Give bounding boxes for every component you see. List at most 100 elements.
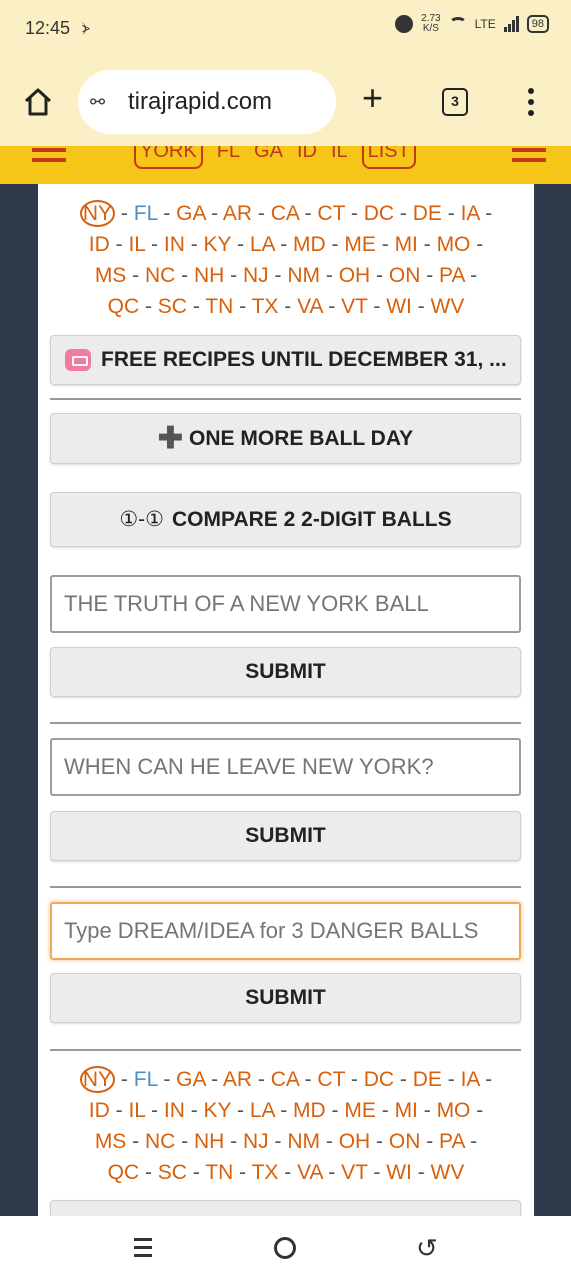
state-link[interactable]: IL	[128, 233, 145, 256]
partial-button[interactable]	[50, 1200, 521, 1216]
state-link[interactable]: QC	[108, 1161, 140, 1184]
state-link[interactable]: TN	[205, 1161, 233, 1184]
new-tab-icon[interactable]: +	[362, 80, 383, 116]
state-link[interactable]: LA	[250, 233, 275, 256]
dream-idea-input[interactable]	[50, 902, 521, 960]
state-link[interactable]: DC	[364, 1068, 394, 1091]
free-recipes-button[interactable]: FREE RECIPES UNTIL DECEMBER 31, ...	[50, 335, 521, 385]
state-link[interactable]: NJ	[243, 264, 269, 287]
divider	[50, 886, 521, 888]
state-link[interactable]: TN	[205, 295, 233, 318]
state-link[interactable]: QC	[108, 295, 140, 318]
state-link[interactable]: PA	[439, 1130, 464, 1153]
home-icon[interactable]	[22, 86, 54, 118]
state-link[interactable]: OH	[339, 1130, 371, 1153]
states-row: NY - FL - GA - AR - CA - CT - DC - DE - …	[38, 198, 534, 229]
state-link[interactable]: VA	[297, 295, 322, 318]
state-link[interactable]: VT	[341, 295, 367, 318]
state-link[interactable]: IN	[164, 1099, 185, 1122]
state-link[interactable]: TX	[252, 1161, 279, 1184]
status-bar: 12:45 ⦔ 2.73 K/S LTE 98	[0, 0, 571, 58]
state-link[interactable]: ME	[344, 233, 376, 256]
state-link[interactable]: VA	[297, 1161, 322, 1184]
state-link[interactable]: NC	[145, 1130, 175, 1153]
state-link[interactable]: NH	[194, 264, 224, 287]
state-link[interactable]: MI	[395, 1099, 418, 1122]
state-link[interactable]: MD	[293, 233, 326, 256]
back-icon[interactable]: ↺	[416, 1235, 438, 1261]
one-more-ball-day-label: ONE MORE BALL DAY	[189, 426, 414, 450]
state-link[interactable]: WV	[431, 1161, 465, 1184]
state-link[interactable]: DE	[413, 202, 442, 225]
state-link[interactable]: SC	[158, 1161, 187, 1184]
nav-item-list[interactable]: LIST	[361, 146, 416, 169]
status-icons: 2.73 K/S LTE 98	[395, 14, 549, 34]
state-link[interactable]: NJ	[243, 1130, 269, 1153]
state-link[interactable]: ID	[89, 233, 110, 256]
state-link[interactable]: IA	[461, 202, 480, 225]
state-link[interactable]: AR	[223, 1068, 252, 1091]
state-link[interactable]: MO	[437, 233, 471, 256]
state-link[interactable]: NM	[287, 1130, 320, 1153]
nav-item-ga[interactable]: GA	[254, 146, 283, 163]
state-link[interactable]: GA	[176, 1068, 205, 1091]
state-link[interactable]: WI	[386, 295, 412, 318]
state-link[interactable]: CT	[317, 202, 345, 225]
leave-new-york-input[interactable]	[50, 738, 521, 796]
state-link[interactable]: ID	[89, 1099, 110, 1122]
state-link[interactable]: MS	[95, 264, 127, 287]
state-link[interactable]: DC	[364, 202, 394, 225]
state-link[interactable]: MD	[293, 1099, 326, 1122]
submit-button-truth[interactable]: SUBMIT	[50, 647, 521, 697]
state-link[interactable]: TX	[252, 295, 279, 318]
truth-input[interactable]	[50, 575, 521, 633]
state-link[interactable]: ME	[344, 1099, 376, 1122]
state-link[interactable]: IN	[164, 233, 185, 256]
state-link[interactable]: FL	[134, 1068, 158, 1091]
state-link[interactable]: NY	[79, 200, 116, 227]
nav-item-il[interactable]: IL	[331, 146, 348, 163]
nav-item-fl[interactable]: FL	[217, 146, 240, 163]
state-link[interactable]: CT	[317, 1068, 345, 1091]
state-link[interactable]: NM	[287, 264, 320, 287]
state-link[interactable]: OH	[339, 264, 371, 287]
state-link[interactable]: AR	[223, 202, 252, 225]
state-link[interactable]: LA	[250, 1099, 275, 1122]
state-link[interactable]: NY	[79, 1066, 116, 1093]
submit-button-leave[interactable]: SUBMIT	[50, 811, 521, 861]
state-link[interactable]: MS	[95, 1130, 127, 1153]
state-link[interactable]: CA	[271, 1068, 299, 1091]
state-link[interactable]: MO	[437, 1099, 471, 1122]
site-settings-icon[interactable]: ⚯	[90, 92, 105, 113]
state-link[interactable]: DE	[413, 1068, 442, 1091]
state-link[interactable]: IA	[461, 1068, 480, 1091]
state-link[interactable]: CA	[271, 202, 299, 225]
state-link[interactable]: PA	[439, 264, 464, 287]
state-link[interactable]: SC	[158, 295, 187, 318]
menu-icon-right[interactable]	[512, 148, 546, 162]
state-link[interactable]: VT	[341, 1161, 367, 1184]
state-link[interactable]: WV	[431, 295, 465, 318]
state-link[interactable]: WI	[386, 1161, 412, 1184]
one-more-ball-day-button[interactable]: ✚ ONE MORE BALL DAY	[50, 413, 521, 464]
compare-balls-button[interactable]: ①-① COMPARE 2 2-DIGIT BALLS	[50, 492, 521, 547]
submit-button-dream[interactable]: SUBMIT	[50, 973, 521, 1023]
state-link[interactable]: FL	[134, 202, 158, 225]
state-link[interactable]: GA	[176, 202, 205, 225]
more-menu-icon[interactable]	[526, 88, 536, 118]
state-link[interactable]: ON	[389, 1130, 421, 1153]
state-link[interactable]: NH	[194, 1130, 224, 1153]
state-link[interactable]: MI	[395, 233, 418, 256]
address-bar[interactable]: ⚯ tirajrapid.com	[78, 70, 336, 134]
state-link[interactable]: ON	[389, 264, 421, 287]
recent-apps-icon[interactable]	[134, 1238, 154, 1258]
state-link[interactable]: NC	[145, 264, 175, 287]
nav-item-id[interactable]: ID	[297, 146, 317, 163]
menu-icon[interactable]	[32, 148, 66, 162]
nav-item-york[interactable]: YORK	[134, 146, 203, 169]
state-link[interactable]: KY	[204, 1099, 232, 1122]
state-link[interactable]: IL	[128, 1099, 145, 1122]
home-circle-icon[interactable]	[274, 1237, 296, 1259]
tab-switcher-button[interactable]: 3	[442, 88, 468, 116]
state-link[interactable]: KY	[204, 233, 232, 256]
